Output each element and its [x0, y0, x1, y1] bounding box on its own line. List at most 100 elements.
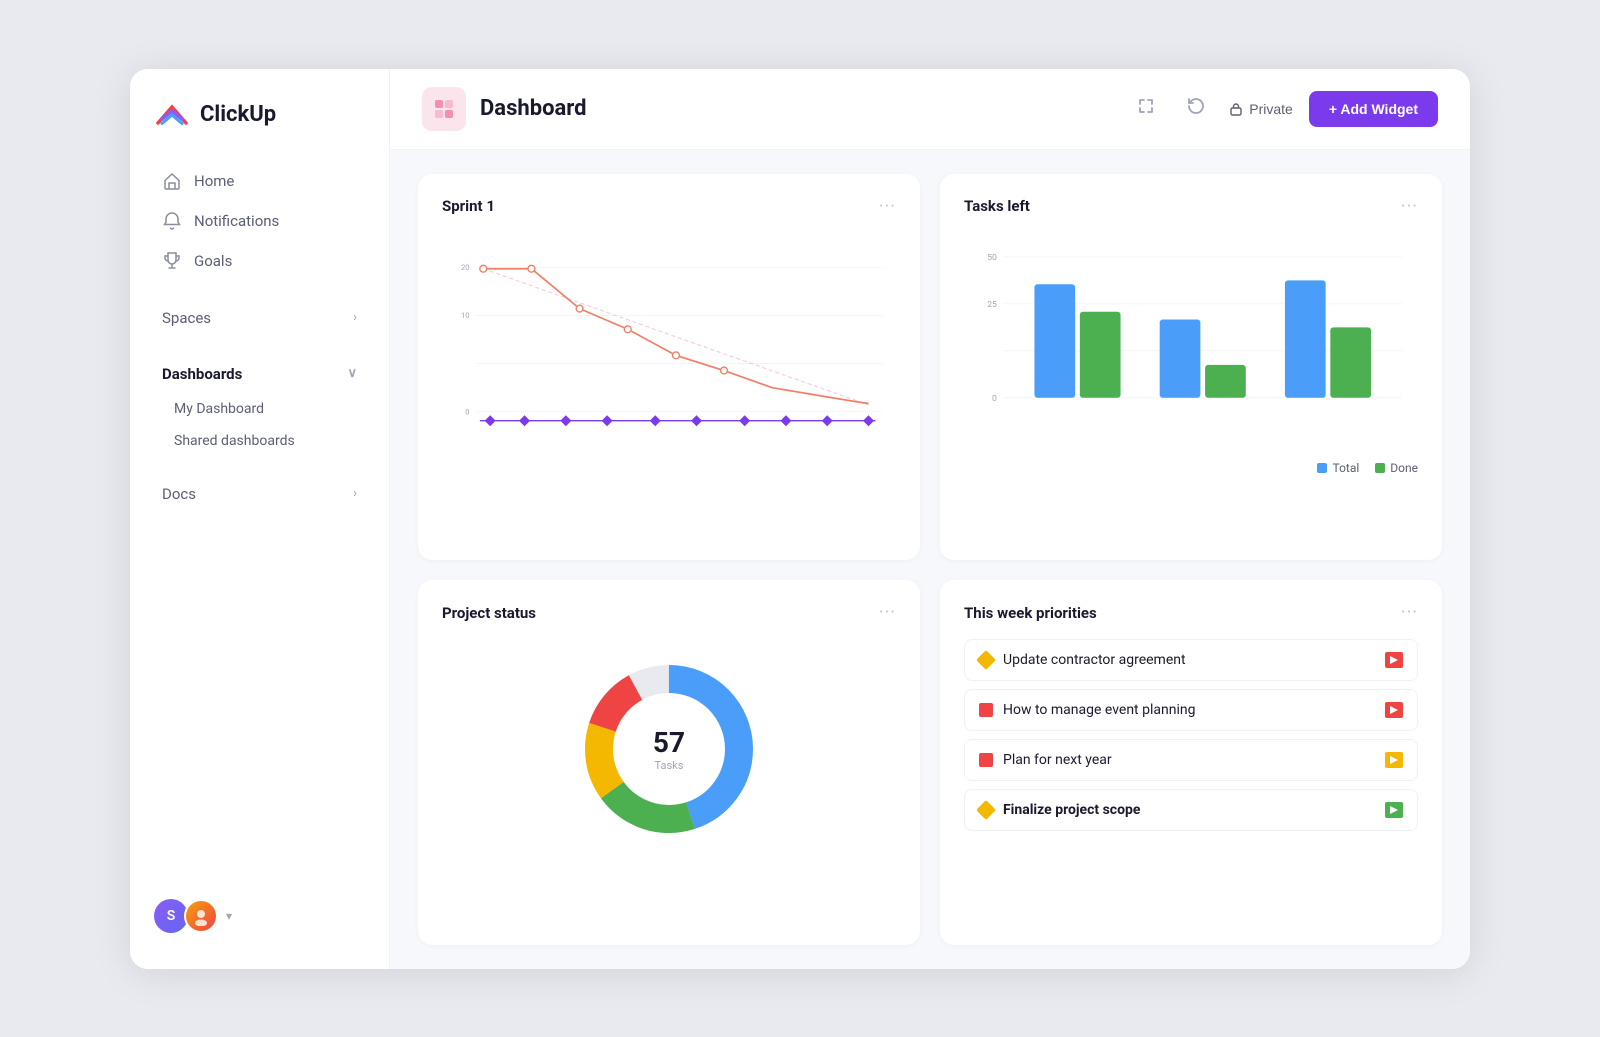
donut-center: 57 Tasks	[653, 726, 685, 772]
svg-text:20: 20	[461, 263, 469, 272]
priorities-menu-button[interactable]: ···	[1401, 602, 1418, 623]
priority-left-2: How to manage event planning	[979, 702, 1195, 718]
notifications-label: Notifications	[194, 212, 279, 230]
page-title: Dashboard	[480, 96, 587, 121]
svg-text:25: 25	[987, 299, 997, 309]
svg-text:0: 0	[465, 407, 469, 416]
priority-left-1: Update contractor agreement	[979, 652, 1186, 668]
flag-icon-4	[1389, 805, 1399, 815]
svg-text:10: 10	[461, 311, 469, 320]
priority-left-3: Plan for next year	[979, 752, 1112, 768]
content-area: Sprint 1 ··· 20 10 0	[390, 150, 1470, 969]
logo: ClickUp	[130, 97, 389, 161]
tasks-left-widget: Tasks left ··· 50 25 0	[940, 174, 1442, 561]
topbar-right: Private + Add Widget	[1129, 91, 1438, 127]
flag-icon-1	[1389, 655, 1399, 665]
priority-flag-4	[1385, 802, 1403, 818]
project-status-title: Project status	[442, 604, 536, 622]
nav-section-spaces: Spaces ›	[130, 299, 389, 337]
lock-icon	[1229, 102, 1243, 116]
priority-text-4: Finalize project scope	[1003, 802, 1140, 818]
priority-item-2[interactable]: How to manage event planning	[964, 689, 1418, 731]
nav-section-dashboards: Dashboards ∨ My Dashboard Shared dashboa…	[130, 355, 389, 457]
flag-icon-3	[1389, 755, 1399, 765]
legend-done-dot	[1375, 463, 1385, 473]
chart-legend: Total Done	[964, 461, 1418, 475]
home-icon	[162, 171, 182, 191]
sprint-title: Sprint 1	[442, 197, 495, 215]
dashboards-chevron-icon: ∨	[347, 366, 357, 381]
spaces-chevron-icon: ›	[353, 310, 357, 325]
avatar-s-initial: S	[167, 908, 176, 924]
priority-left-4: Finalize project scope	[979, 802, 1140, 818]
trophy-icon	[162, 251, 182, 271]
app-name: ClickUp	[200, 102, 276, 127]
topbar-left: Dashboard	[422, 87, 587, 131]
project-status-widget: Project status ···	[418, 580, 920, 945]
sidebar-item-goals[interactable]: Goals	[138, 241, 381, 281]
sprint-widget: Sprint 1 ··· 20 10 0	[418, 174, 920, 561]
spaces-label: Spaces	[162, 309, 211, 327]
priority-text-3: Plan for next year	[1003, 752, 1112, 768]
priority-icon-1	[976, 650, 996, 670]
priority-item-3[interactable]: Plan for next year	[964, 739, 1418, 781]
my-dashboard-item[interactable]: My Dashboard	[138, 393, 381, 425]
bar-chart: 50 25 0	[964, 233, 1418, 453]
refresh-button[interactable]	[1179, 93, 1213, 124]
avatar-user[interactable]	[184, 899, 218, 933]
dashboard-icon	[422, 87, 466, 131]
shared-dashboards-label: Shared dashboards	[174, 433, 295, 449]
legend-total: Total	[1317, 461, 1359, 475]
avatar-s[interactable]: S	[154, 899, 188, 933]
shared-dashboards-item[interactable]: Shared dashboards	[138, 425, 381, 457]
dashboards-item[interactable]: Dashboards ∨	[138, 355, 381, 393]
legend-total-dot	[1317, 463, 1327, 473]
clickup-logo-icon	[154, 97, 190, 133]
app-container: ClickUp Home Notifications	[130, 69, 1470, 969]
topbar: Dashboard	[390, 69, 1470, 150]
priority-item-4[interactable]: Finalize project scope	[964, 789, 1418, 831]
priority-icon-3	[979, 753, 993, 767]
main-nav: Home Notifications Goals	[130, 161, 389, 281]
legend-done: Done	[1375, 461, 1418, 475]
sidebar-item-notifications[interactable]: Notifications	[138, 201, 381, 241]
sidebar: ClickUp Home Notifications	[130, 69, 390, 969]
tasks-left-menu-button[interactable]: ···	[1401, 196, 1418, 217]
add-widget-button[interactable]: + Add Widget	[1309, 91, 1438, 127]
priority-flag-2	[1385, 702, 1403, 718]
user-dropdown-arrow[interactable]: ▾	[226, 909, 232, 923]
my-dashboard-label: My Dashboard	[174, 401, 264, 417]
priority-text-2: How to manage event planning	[1003, 702, 1195, 718]
priority-item-1[interactable]: Update contractor agreement	[964, 639, 1418, 681]
spaces-item[interactable]: Spaces ›	[138, 299, 381, 337]
expand-button[interactable]	[1129, 93, 1163, 124]
project-status-header: Project status ···	[442, 602, 896, 623]
donut-number: 57	[653, 726, 685, 759]
tasks-left-title: Tasks left	[964, 197, 1030, 215]
legend-total-label: Total	[1332, 461, 1359, 475]
grid-icon	[432, 97, 456, 121]
priority-icon-4	[976, 800, 996, 820]
svg-text:50: 50	[987, 253, 997, 263]
refresh-icon	[1187, 97, 1205, 115]
private-label: Private	[1249, 101, 1293, 117]
sidebar-item-home[interactable]: Home	[138, 161, 381, 201]
bell-icon	[162, 211, 182, 231]
sprint-header: Sprint 1 ···	[442, 196, 896, 217]
docs-item[interactable]: Docs ›	[138, 475, 381, 513]
donut-wrapper: 57 Tasks	[579, 659, 759, 839]
sprint-menu-button[interactable]: ···	[879, 196, 896, 217]
priority-text-1: Update contractor agreement	[1003, 652, 1186, 668]
docs-label: Docs	[162, 485, 196, 503]
project-status-menu-button[interactable]: ···	[879, 602, 896, 623]
priorities-widget: This week priorities ··· Update contract…	[940, 580, 1442, 945]
bar-chart-svg: 50 25 0	[964, 233, 1418, 453]
nav-section-docs: Docs ›	[130, 475, 389, 513]
svg-text:0: 0	[992, 393, 997, 403]
sidebar-bottom: S ▾	[130, 883, 389, 949]
flag-icon-2	[1389, 705, 1399, 715]
priority-icon-2	[979, 703, 993, 717]
private-button[interactable]: Private	[1229, 101, 1293, 117]
legend-done-label: Done	[1390, 461, 1418, 475]
donut-label: Tasks	[653, 759, 685, 772]
